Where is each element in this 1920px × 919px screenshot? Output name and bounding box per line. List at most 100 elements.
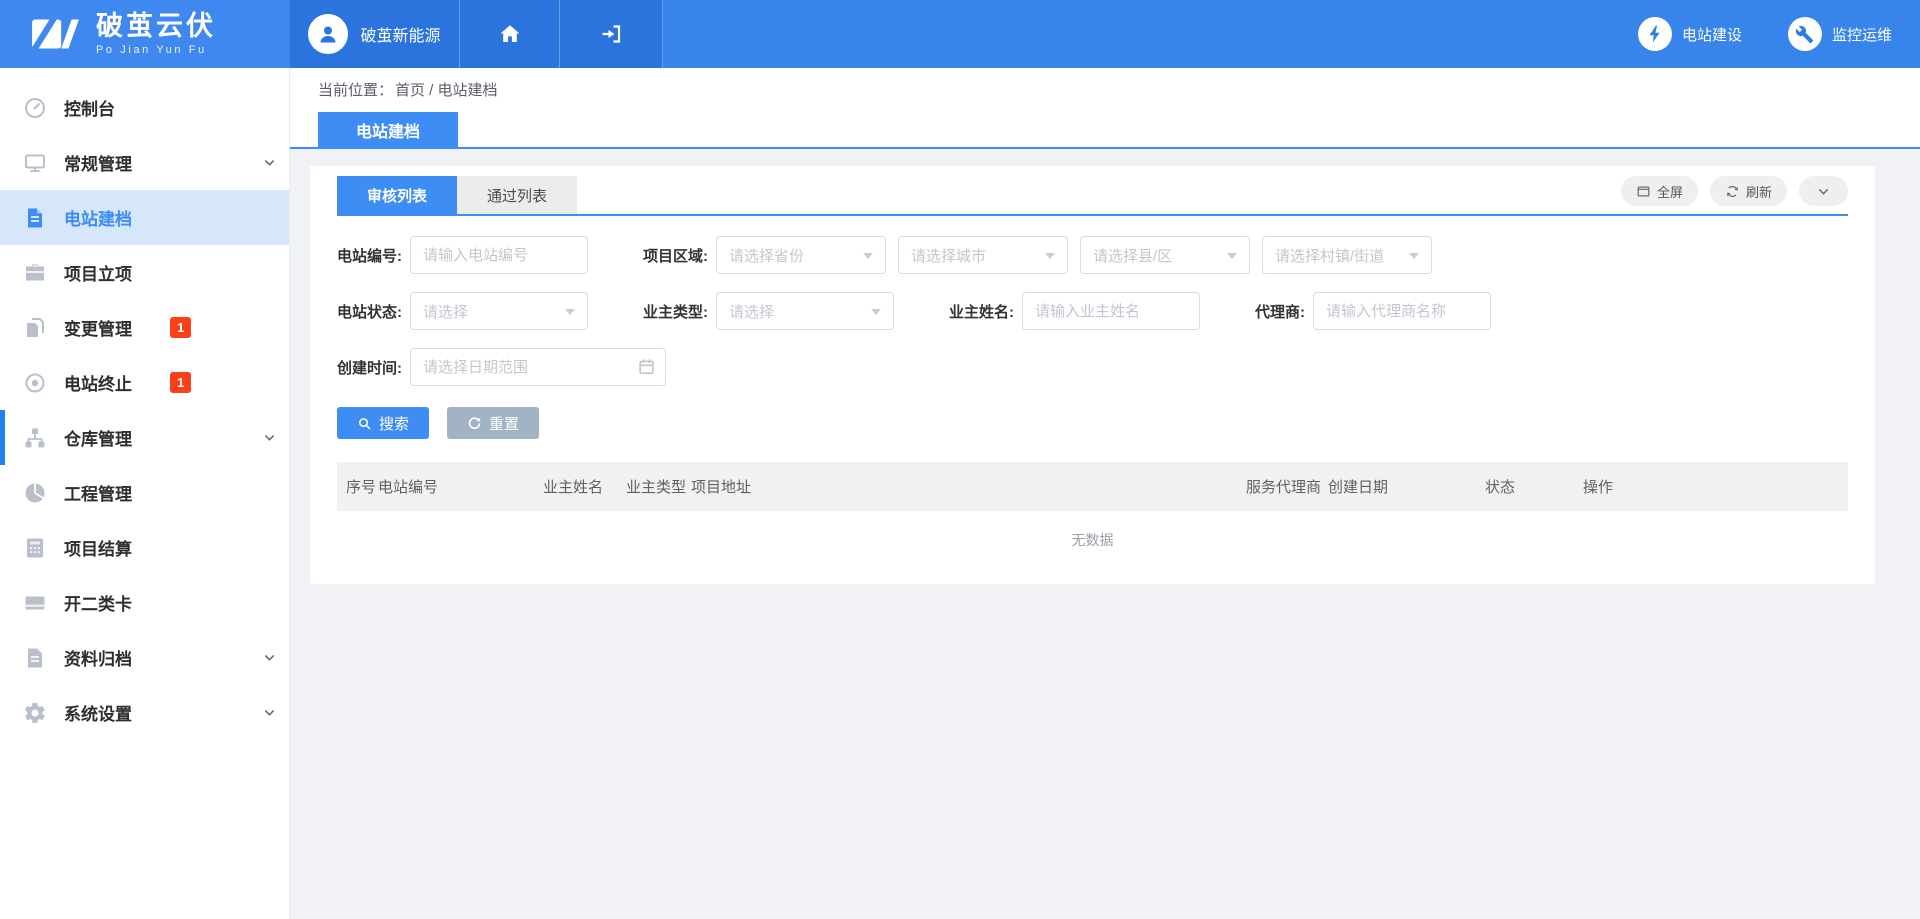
breadcrumb-path[interactable]: 首页 / 电站建档 [395,79,498,100]
brand-subtitle: Po Jian Yun Fu [96,44,216,56]
city-select[interactable]: 请选择城市 [898,236,1068,274]
list-tabs: 审核列表 通过列表 [337,176,577,214]
sidebar-item-engineering-mgmt[interactable]: 工程管理 [0,465,289,520]
monitor-ops-label: 监控运维 [1832,24,1892,45]
user-menu[interactable]: 破茧新能源 [290,0,460,68]
gear-icon [22,700,48,726]
brand-logo: 破茧云伏 Po Jian Yun Fu [0,0,290,68]
col-status: 状态 [1485,462,1583,511]
sidebar-item-station-filing[interactable]: 电站建档 [0,190,289,245]
chevron-down-icon [1816,184,1831,199]
owner-name-input[interactable] [1022,292,1200,330]
province-select[interactable]: 请选择省份 [716,236,886,274]
monitor-icon [22,150,48,176]
briefcase-icon [22,260,48,286]
col-seq: 序号 [337,462,378,511]
chevron-down-icon [262,430,277,445]
sidebar-item-project-initiation[interactable]: 项目立项 [0,245,289,300]
fullscreen-button[interactable]: 全屏 [1621,176,1698,206]
sidebar-item-warehouse-mgmt[interactable]: 仓库管理 [0,410,289,465]
agent-label: 代理商: [1255,301,1305,322]
tab-review-list[interactable]: 审核列表 [337,176,457,214]
content-area: 审核列表 通过列表 全屏 [290,149,1920,919]
agent-input[interactable] [1313,292,1491,330]
panel-header: 审核列表 通过列表 全屏 [337,166,1848,216]
copy-icon [22,315,48,341]
home-button[interactable] [460,0,560,68]
page-tab-station-filing[interactable]: 电站建档 [318,112,458,147]
select-arrow-icon [863,253,873,259]
tab-passed-list[interactable]: 通过列表 [457,176,577,214]
lightning-icon [1638,17,1672,51]
dashboard-icon [22,95,48,121]
pie-chart-icon [22,480,48,506]
region-selects: 请选择省份 请选择城市 请选择县/区 请选择村镇/街 [716,236,1432,274]
col-service-agent: 服务代理商 [1246,462,1328,511]
change-mgmt-badge: 1 [170,317,191,338]
station-no-label: 电站编号: [337,245,402,266]
select-arrow-icon [1227,253,1237,259]
sidebar-item-station-termination[interactable]: 电站终止 1 [0,355,289,410]
station-status-label: 电站状态: [337,301,402,322]
main-area: 当前位置： 首页 / 电站建档 电站建档 审核列表 通过列表 [290,68,1920,919]
chevron-down-icon [262,155,277,170]
col-station-no: 电站编号 [378,462,543,511]
create-time-label: 创建时间: [337,357,402,378]
owner-name-label: 业主姓名: [949,301,1014,322]
sidebar: 控制台 常规管理 [0,68,290,919]
col-owner-name: 业主姓名 [543,462,626,511]
date-range-input[interactable] [410,348,666,386]
reset-button[interactable]: 重置 [447,407,539,439]
station-status-select[interactable]: 请选择 [410,292,588,330]
wrench-icon [1788,17,1822,51]
archive-icon [22,645,48,671]
refresh-button[interactable]: 刷新 [1710,176,1787,206]
user-name: 破茧新能源 [360,22,440,46]
sidebar-item-change-mgmt[interactable]: 变更管理 1 [0,300,289,355]
station-no-input[interactable] [410,236,588,274]
county-select[interactable]: 请选择县/区 [1080,236,1250,274]
owner-type-select[interactable]: 请选择 [716,292,894,330]
select-arrow-icon [1409,253,1419,259]
logout-button[interactable] [560,0,663,68]
topbar-actions: 电站建设 监控运维 [1638,0,1920,68]
refresh-icon [1725,184,1740,199]
col-project-address: 项目地址 [691,462,1246,511]
col-actions: 操作 [1583,462,1848,511]
sidebar-item-dashboard[interactable]: 控制台 [0,80,289,135]
brand-logo-icon [30,13,82,55]
record-icon [22,370,48,396]
monitor-ops-nav[interactable]: 监控运维 [1788,17,1892,51]
sidebar-item-open-type2-card[interactable]: 开二类卡 [0,575,289,630]
topbar: 破茧云伏 Po Jian Yun Fu 破茧新能源 [0,0,1920,68]
app-window: 破茧云伏 Po Jian Yun Fu 破茧新能源 [0,0,1920,919]
page-tab-bar: 电站建档 [290,110,1920,149]
col-create-date: 创建日期 [1328,462,1485,511]
search-icon [357,416,372,431]
empty-state: 无数据 [337,511,1848,569]
station-build-nav[interactable]: 电站建设 [1638,17,1742,51]
town-select[interactable]: 请选择村镇/街道 [1262,236,1432,274]
owner-type-label: 业主类型: [643,301,708,322]
sidebar-item-project-settlement[interactable]: 项目结算 [0,520,289,575]
chevron-down-icon [262,705,277,720]
filter-actions: 搜索 重置 [337,407,1848,439]
select-arrow-icon [871,309,881,315]
card-icon [22,590,48,616]
reset-icon [467,416,482,431]
brand-name: 破茧云伏 [96,12,216,42]
select-arrow-icon [565,309,575,315]
calculator-icon [22,535,48,561]
sidebar-item-data-archive[interactable]: 资料归档 [0,630,289,685]
user-avatar-icon [308,14,348,54]
sidebar-item-system-settings[interactable]: 系统设置 [0,685,289,740]
breadcrumb: 当前位置： 首页 / 电站建档 [290,68,1920,110]
search-button[interactable]: 搜索 [337,407,429,439]
results-table: 序号 电站编号 业主姓名 业主类型 项目地址 服务代理商 创建日期 状态 操作 [337,462,1848,569]
select-arrow-icon [1045,253,1055,259]
sidebar-item-general-mgmt[interactable]: 常规管理 [0,135,289,190]
col-owner-type: 业主类型 [626,462,691,511]
collapse-button[interactable] [1799,176,1848,206]
breadcrumb-label: 当前位置： [318,79,393,100]
station-termination-badge: 1 [170,372,191,393]
